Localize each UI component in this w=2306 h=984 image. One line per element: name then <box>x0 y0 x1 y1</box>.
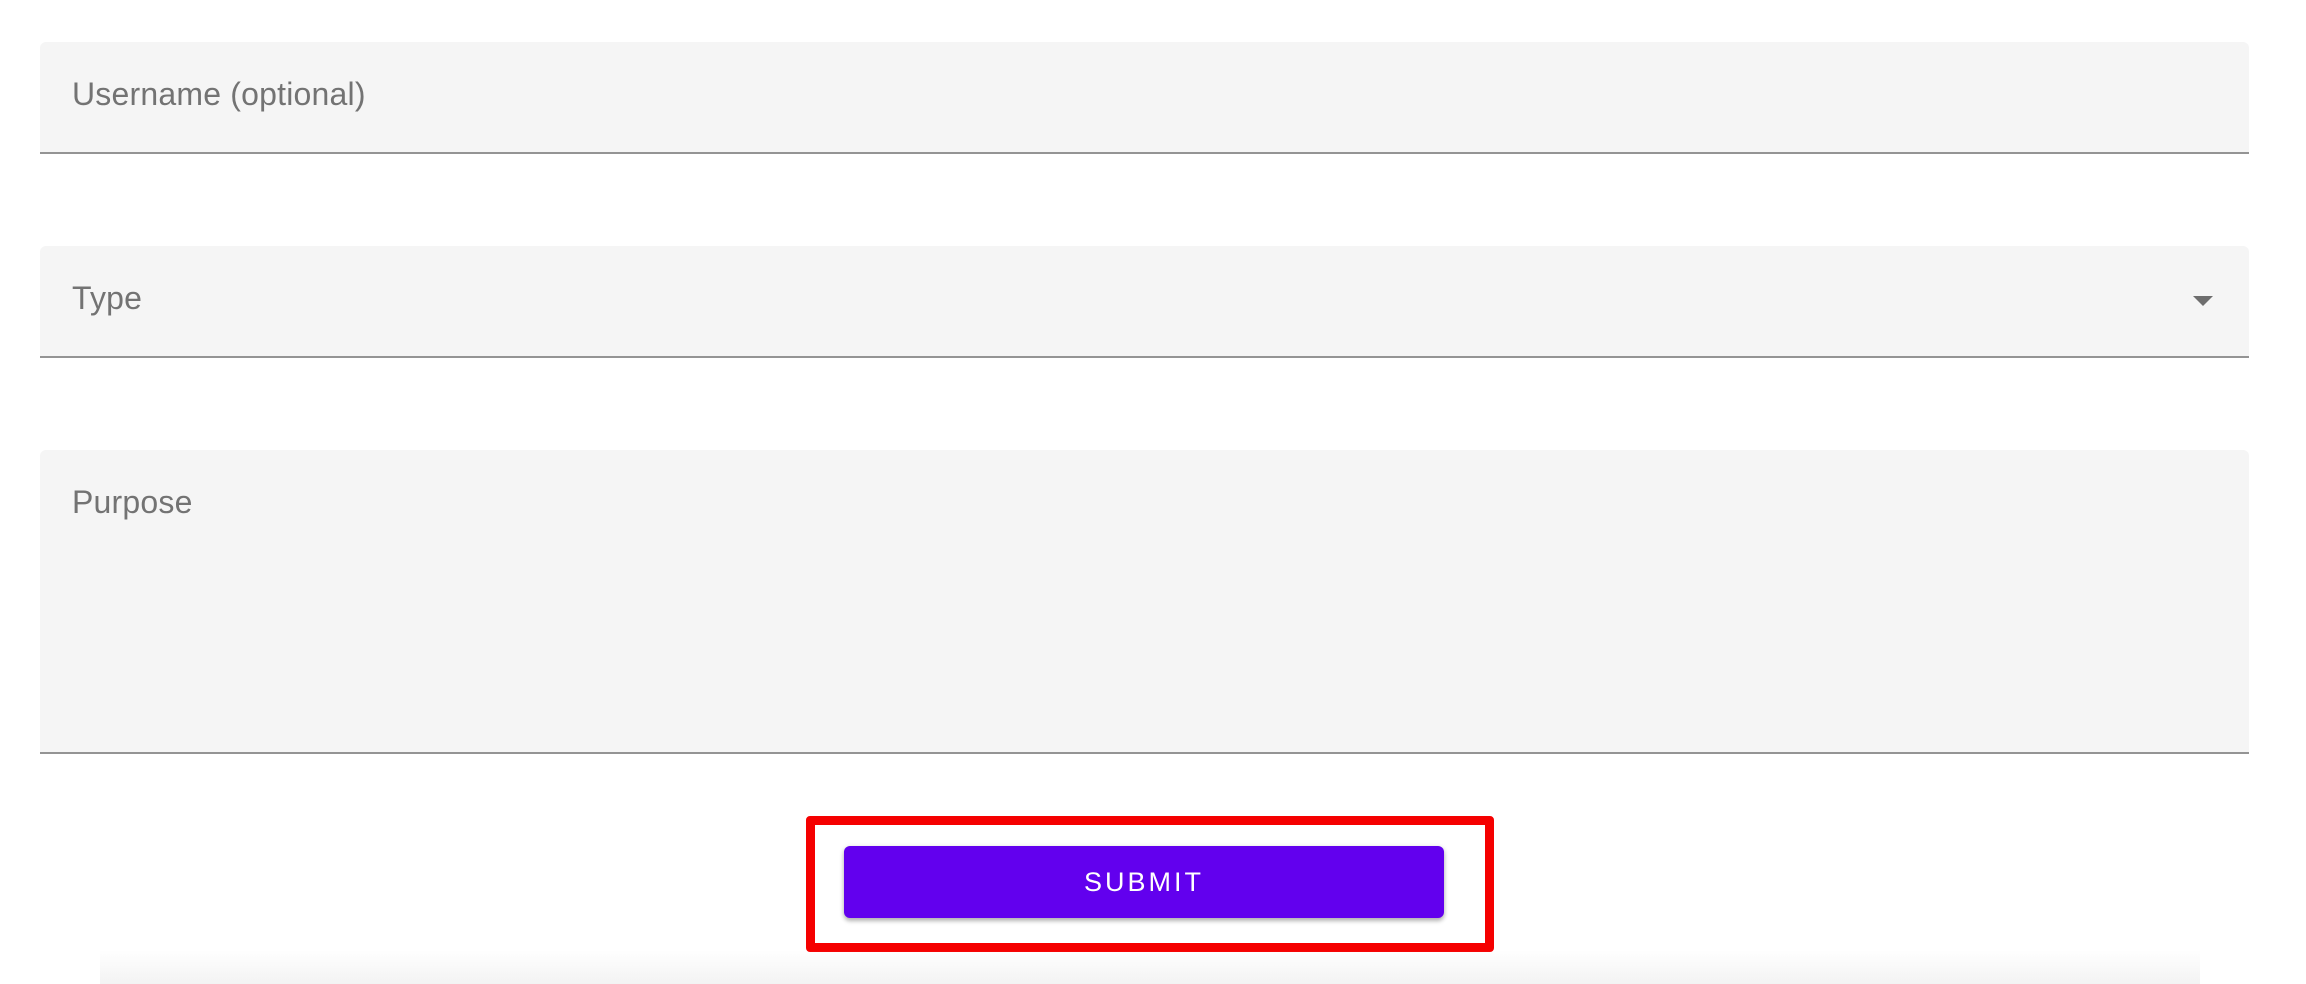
caret-down-icon[interactable] <box>2193 296 2213 306</box>
form-page: Username (optional) Type Purpose SUBMIT <box>0 0 2306 984</box>
purpose-field[interactable]: Purpose <box>40 450 2253 756</box>
type-label: Type <box>72 280 143 316</box>
bottom-shadow <box>100 950 2200 984</box>
submit-button[interactable]: SUBMIT <box>844 846 1444 918</box>
username-input[interactable] <box>40 42 2253 154</box>
username-field[interactable]: Username (optional) <box>40 42 2253 154</box>
purpose-textarea[interactable] <box>40 450 2253 756</box>
type-select[interactable]: Type <box>40 246 2249 358</box>
